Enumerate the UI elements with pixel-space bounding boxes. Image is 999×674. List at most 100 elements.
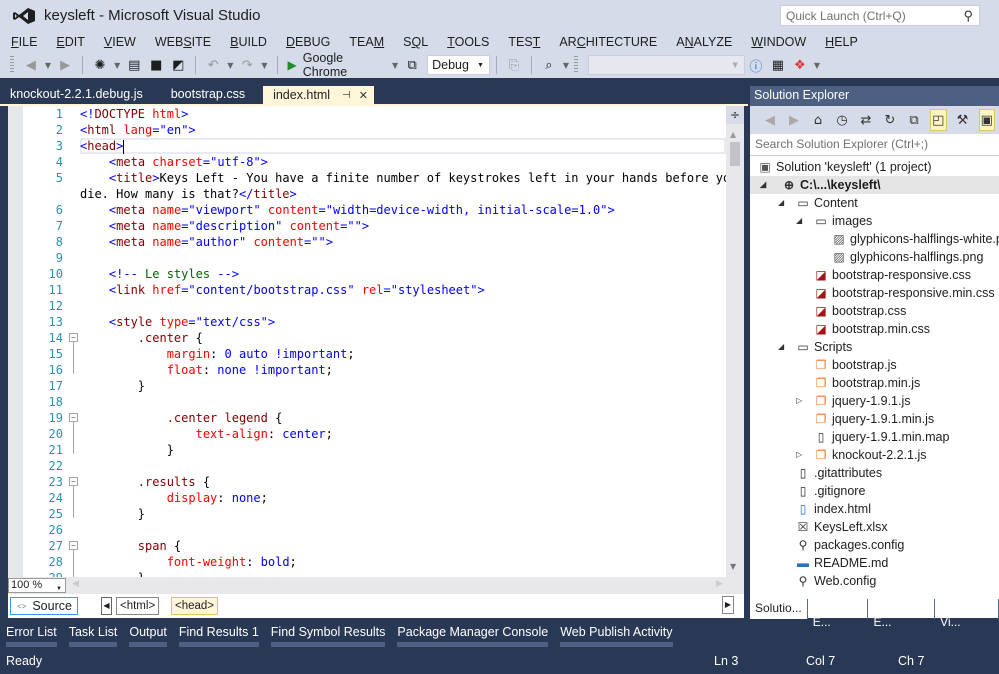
zoom-level-select[interactable]: 100 % ▼	[8, 578, 66, 593]
menu-item-help[interactable]: HELP	[814, 35, 866, 49]
close-icon[interactable]: ✕	[359, 89, 368, 102]
tool-window-tab-task-list[interactable]: Task List	[68, 622, 117, 648]
tree-item[interactable]: ❐ bootstrap.min.js	[750, 374, 999, 392]
code-line[interactable]: 15 margin: 0 auto !important;	[23, 346, 726, 362]
code-line[interactable]: 10 <!-- Le styles -->	[23, 266, 726, 282]
find-in-files-icon[interactable]: ⌕	[540, 55, 558, 75]
code-line[interactable]: 24 display: none;	[23, 490, 726, 506]
tree-item[interactable]: ▨ glyphicons-halflings-white.png	[750, 230, 999, 248]
tree-item[interactable]: ◢ ⊕ C:\...\keysleft\	[750, 176, 999, 194]
navigate-forward-icon[interactable]: ▶	[56, 55, 74, 75]
code-line[interactable]: 5 <title>Keys Left - You have a finite n…	[23, 170, 738, 186]
attach-icon[interactable]: ⎘	[505, 55, 523, 75]
object-browser-icon[interactable]: ▦	[769, 55, 787, 75]
tree-item[interactable]: ◢ ▭ Scripts	[750, 338, 999, 356]
info-icon[interactable]: ⓘ	[747, 55, 765, 75]
scroll-up-icon[interactable]: ▲	[730, 130, 736, 139]
breadcrumb-html[interactable]: <html>	[116, 597, 160, 615]
redo-icon[interactable]: ↷	[238, 55, 256, 75]
code-editor[interactable]: 1 <!DOCTYPE html> 2 <html lang="en"> 3 <head>…	[8, 106, 744, 577]
tree-item[interactable]: ◪ bootstrap.css	[750, 302, 999, 320]
collapsed-arrow-icon[interactable]: ▷	[796, 392, 802, 410]
breadcrumb-scroll-left-icon[interactable]: ◀	[101, 597, 112, 615]
quick-launch-input[interactable]: Quick Launch (Ctrl+Q) ⚲	[780, 5, 980, 26]
tool-window-tab-output[interactable]: Output	[129, 622, 167, 648]
tree-item[interactable]: ▯ index.html	[750, 500, 999, 518]
code-line[interactable]: 14− .center {	[23, 330, 726, 346]
toolbox-cubes-icon[interactable]: ❖	[791, 55, 809, 75]
sync-with-document-icon[interactable]: ⇄	[858, 109, 874, 131]
chevron-down-icon[interactable]: ▼	[114, 61, 120, 70]
code-line[interactable]: 27− span {	[23, 538, 726, 554]
code-line[interactable]: 4 <meta charset="utf-8">	[23, 154, 726, 170]
tree-item[interactable]: ◢ ▭ images	[750, 212, 999, 230]
undo-icon[interactable]: ↶	[204, 55, 222, 75]
new-web-project-icon[interactable]: ✺	[91, 55, 109, 75]
code-line[interactable]: 29 }	[23, 570, 726, 577]
tool-window-tab-web-publish-activity[interactable]: Web Publish Activity	[560, 622, 673, 648]
tree-item[interactable]: ▯ .gitignore	[750, 482, 999, 500]
tree-item[interactable]: ▯ .gitattributes	[750, 464, 999, 482]
collapse-outline-icon[interactable]: −	[69, 413, 78, 422]
menu-item-build[interactable]: BUILD	[219, 35, 275, 49]
solution-configuration-select[interactable]: Debug ▼	[427, 55, 490, 75]
preview-selected-icon[interactable]: ▣	[978, 109, 995, 131]
find-combo[interactable]: ▼	[588, 55, 745, 75]
browser-link-icon[interactable]: ⧉	[403, 55, 421, 75]
code-line[interactable]: 21 }	[23, 442, 726, 458]
menu-item-view[interactable]: VIEW	[93, 35, 144, 49]
expanded-arrow-icon[interactable]: ◢	[760, 176, 766, 194]
code-line[interactable]: 16 float: none !important;	[23, 362, 726, 378]
tree-item[interactable]: ⚲ packages.config	[750, 536, 999, 554]
code-line[interactable]: 23− .results {	[23, 474, 726, 490]
code-line[interactable]: 19− .center legend {	[23, 410, 726, 426]
scroll-left-icon[interactable]: ◀	[72, 579, 79, 589]
tool-window-tab-find-results-1[interactable]: Find Results 1	[178, 622, 259, 648]
tree-item[interactable]: ⚲ Web.config	[750, 572, 999, 590]
code-line[interactable]: 17 }	[23, 378, 726, 394]
code-line[interactable]: 20 text-align: center;	[23, 426, 726, 442]
doc-tab-bootstrap-css[interactable]: bootstrap.css	[161, 86, 255, 104]
breadcrumb-scroll-right-icon[interactable]: ▶	[722, 596, 734, 614]
tree-item[interactable]: ▬ README.md	[750, 554, 999, 572]
forward-icon[interactable]: ▶	[786, 109, 802, 131]
menu-item-window[interactable]: WINDOW	[740, 35, 814, 49]
tree-item[interactable]: ◪ bootstrap.min.css	[750, 320, 999, 338]
selection-margin[interactable]	[8, 106, 23, 577]
panel-tab[interactable]: Class Vi...	[935, 599, 999, 629]
home-icon[interactable]: ⌂	[810, 109, 826, 131]
show-all-files-icon[interactable]: ◰	[930, 109, 947, 131]
scroll-down-icon[interactable]: ▼	[730, 562, 736, 571]
chevron-down-icon[interactable]: ▼	[261, 61, 267, 70]
panel-tab[interactable]: Server E...	[868, 599, 936, 629]
toolbar-overflow-icon[interactable]: ▼	[814, 61, 820, 70]
tree-item[interactable]: ▯ jquery-1.9.1.min.map	[750, 428, 999, 446]
expanded-arrow-icon[interactable]: ◢	[796, 212, 802, 230]
tree-item[interactable]: ◢ ▭ Content	[750, 194, 999, 212]
menu-item-edit[interactable]: EDIT	[45, 35, 92, 49]
tree-item[interactable]: ❐ jquery-1.9.1.min.js	[750, 410, 999, 428]
code-line[interactable]: 12	[23, 298, 726, 314]
code-line[interactable]: 3 <head>	[23, 138, 726, 154]
tool-window-tab-error-list[interactable]: Error List	[6, 622, 57, 648]
menu-item-sql[interactable]: SQL	[392, 35, 436, 49]
tree-item[interactable]: ☒ KeysLeft.xlsx	[750, 518, 999, 536]
collapsed-arrow-icon[interactable]: ▷	[796, 446, 802, 464]
code-line[interactable]: 8 <meta name="author" content="">	[23, 234, 726, 250]
open-file-icon[interactable]: ▤	[125, 55, 143, 75]
collapse-all-icon[interactable]: ⧉	[906, 109, 922, 131]
code-area[interactable]: 1 <!DOCTYPE html> 2 <html lang="en"> 3 <head>…	[23, 106, 738, 577]
panel-tab[interactable]: Solutio...	[750, 599, 808, 619]
tree-item[interactable]: ▷ ❐ jquery-1.9.1.js	[750, 392, 999, 410]
scrollbar-thumb[interactable]	[730, 142, 740, 166]
source-view-button[interactable]: <> Source	[10, 597, 78, 615]
tree-item[interactable]: ▨ glyphicons-halflings.png	[750, 248, 999, 266]
save-icon[interactable]: ■	[147, 55, 165, 75]
back-icon[interactable]: ◀	[762, 109, 778, 131]
tool-window-tab-package-manager-console[interactable]: Package Manager Console	[397, 622, 548, 648]
chevron-down-icon[interactable]: ▼	[45, 61, 51, 70]
code-line[interactable]: 11 <link href="content/bootstrap.css" re…	[23, 282, 726, 298]
horizontal-scrollbar[interactable]: 100 % ▼ ◀ ▶	[8, 577, 744, 594]
menu-item-test[interactable]: TEST	[497, 35, 548, 49]
menu-item-team[interactable]: TEAM	[338, 35, 392, 49]
